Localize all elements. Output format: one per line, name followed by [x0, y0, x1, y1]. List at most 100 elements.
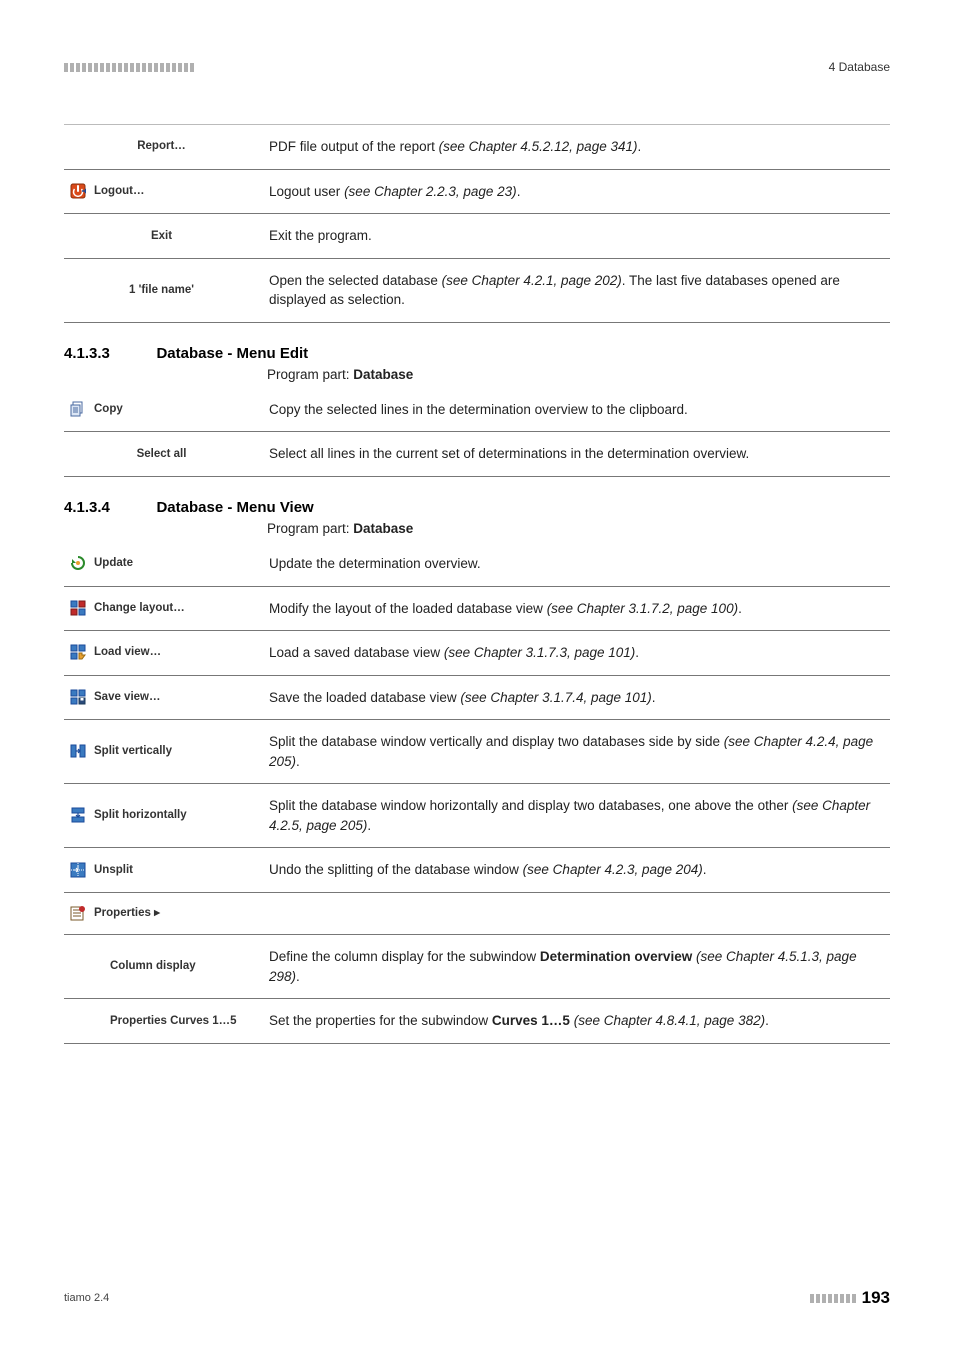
- submenu-item-label: Properties Curves 1…5: [64, 999, 269, 1044]
- menu-item-description: Set the properties for the subwindow Cur…: [269, 999, 890, 1044]
- program-part-value: Database: [353, 367, 413, 382]
- menu-item-icon-wrap: [70, 401, 90, 418]
- menu-item-label: Load view…: [64, 631, 269, 676]
- desc-part: (see Chapter 4.2.3, page 204): [523, 862, 703, 877]
- menu-item-text: Select all: [137, 448, 187, 460]
- program-part-prefix: Program part:: [267, 521, 353, 536]
- split-horizontally-icon: [70, 807, 86, 823]
- desc-part: (see Chapter 3.1.7.2, page 100): [547, 601, 738, 616]
- menu-item-description: Exit the program.: [269, 214, 890, 259]
- menu-item-text: Change layout…: [94, 600, 185, 617]
- menu-item-description: Open the selected database (see Chapter …: [269, 258, 890, 322]
- table-row: Load view…Load a saved database view (se…: [64, 631, 890, 676]
- table-row: Properties ▸: [64, 893, 890, 935]
- header-ornament-icon: [64, 63, 194, 72]
- program-part-label: Program part: Database: [267, 521, 890, 536]
- menu-item-description: [269, 893, 890, 935]
- page-footer: tiamo 2.4 193: [64, 1288, 890, 1308]
- program-part-label: Program part: Database: [267, 367, 890, 382]
- menu-item-description: Update the determination overview.: [269, 542, 890, 586]
- desc-part: Define the column display for the subwin…: [269, 949, 540, 964]
- desc-part: (see Chapter 4.8.4.1, page 382): [574, 1013, 765, 1028]
- menu-item-description: Copy the selected lines in the determina…: [269, 388, 890, 432]
- menu-view-table: Update Update the determination overview.…: [64, 542, 890, 1044]
- menu-item-text: Copy: [94, 401, 123, 418]
- chapter-label: 4 Database: [829, 60, 890, 74]
- menu-item-text: Update: [94, 555, 133, 572]
- properties-icon: [70, 905, 86, 921]
- split-vertically-icon: [70, 743, 86, 759]
- desc-part: .: [296, 754, 300, 769]
- desc-part: Curves 1…5: [492, 1013, 570, 1028]
- menu-item-text: Save view…: [94, 689, 160, 706]
- menu-item-text: Column display: [110, 960, 196, 972]
- program-part-value: Database: [353, 521, 413, 536]
- menu-item-icon-wrap: [70, 862, 90, 879]
- menu-item-label: Update: [64, 542, 269, 586]
- desc-part: Load a saved database view: [269, 645, 444, 660]
- menu-item-label: Copy: [64, 388, 269, 432]
- desc-part: .: [738, 601, 742, 616]
- desc-part: .: [703, 862, 707, 877]
- desc-part: Undo the splitting of the database windo…: [269, 862, 523, 877]
- footer-product: tiamo 2.4: [64, 1292, 109, 1304]
- menu-item-description: Select all lines in the current set of d…: [269, 432, 890, 477]
- table-row: Properties Curves 1…5Set the properties …: [64, 999, 890, 1044]
- desc-part: Split the database window vertically and…: [269, 734, 724, 749]
- desc-part: .: [635, 645, 639, 660]
- menu-item-label: Properties ▸: [64, 893, 269, 935]
- menu-item-text: Report…: [137, 140, 186, 152]
- section-number: 4.1.3.4: [64, 499, 152, 516]
- table-row: Logout… Logout user (see Chapter 2.2.3, p…: [64, 169, 890, 214]
- desc-part: Save the loaded database view: [269, 690, 460, 705]
- table-row: Select all Select all lines in the curren…: [64, 432, 890, 477]
- menu-item-description: Undo the splitting of the database windo…: [269, 848, 890, 893]
- menu-item-label: Split horizontally: [64, 784, 269, 848]
- table-row: Report…PDF file output of the report (se…: [64, 125, 890, 170]
- desc-part: Logout user: [269, 184, 344, 199]
- table-row: Change layout… Modify the layout of the l…: [64, 586, 890, 631]
- desc-part: (see Chapter 2.2.3, page 23): [344, 184, 517, 199]
- logout-icon: [70, 183, 86, 199]
- desc-part: (see Chapter 4.5.2.12, page 341): [439, 139, 638, 154]
- desc-part: .: [517, 184, 521, 199]
- menu-item-icon-wrap: [70, 600, 90, 617]
- desc-part: (see Chapter 3.1.7.4, page 101): [460, 690, 651, 705]
- section-heading-edit: 4.1.3.3 Database - Menu Edit: [64, 345, 890, 363]
- menu-item-icon-wrap: [70, 644, 90, 661]
- menu-item-description: Logout user (see Chapter 2.2.3, page 23)…: [269, 169, 890, 214]
- menu-item-label: Select all: [64, 432, 269, 477]
- menu-item-icon-wrap: [70, 807, 90, 824]
- menu-item-description: Split the database window horizontally a…: [269, 784, 890, 848]
- menu-item-text: Logout…: [94, 183, 144, 200]
- desc-part: .: [652, 690, 656, 705]
- table-row: Copy Copy the selected lines in the deter…: [64, 388, 890, 432]
- program-part-prefix: Program part:: [267, 367, 353, 382]
- desc-part: Copy the selected lines in the determina…: [269, 402, 688, 417]
- section-title: Database - Menu Edit: [156, 345, 308, 362]
- unsplit-icon: [70, 862, 86, 878]
- menu-item-description: Define the column display for the subwin…: [269, 935, 890, 999]
- menu-item-label: Exit: [64, 214, 269, 259]
- desc-part: (see Chapter 4.2.1, page 202): [442, 273, 622, 288]
- table-row: Save view…Save the loaded database view …: [64, 675, 890, 720]
- menu-item-text: Load view…: [94, 644, 161, 661]
- menu-item-description: Modify the layout of the loaded database…: [269, 586, 890, 631]
- desc-part: Update the determination overview.: [269, 556, 481, 571]
- page-number: 193: [862, 1288, 890, 1308]
- desc-part: .: [637, 139, 641, 154]
- menu-item-icon-wrap: [70, 689, 90, 706]
- menu-item-icon-wrap: [70, 555, 90, 572]
- update-icon: [70, 555, 86, 571]
- menu-item-text: Unsplit: [94, 862, 133, 879]
- menu-item-label: Save view…: [64, 675, 269, 720]
- desc-part: Open the selected database: [269, 273, 442, 288]
- desc-part: Split the database window horizontally a…: [269, 798, 792, 813]
- menu-item-label: Logout…: [64, 169, 269, 214]
- desc-part: Select all lines in the current set of d…: [269, 446, 749, 461]
- submenu-item-label: Column display: [64, 935, 269, 999]
- desc-part: Determination overview: [540, 949, 692, 964]
- menu-item-label: Report…: [64, 125, 269, 170]
- menu-item-text: Exit: [151, 230, 172, 242]
- table-row: Split horizontallySplit the database win…: [64, 784, 890, 848]
